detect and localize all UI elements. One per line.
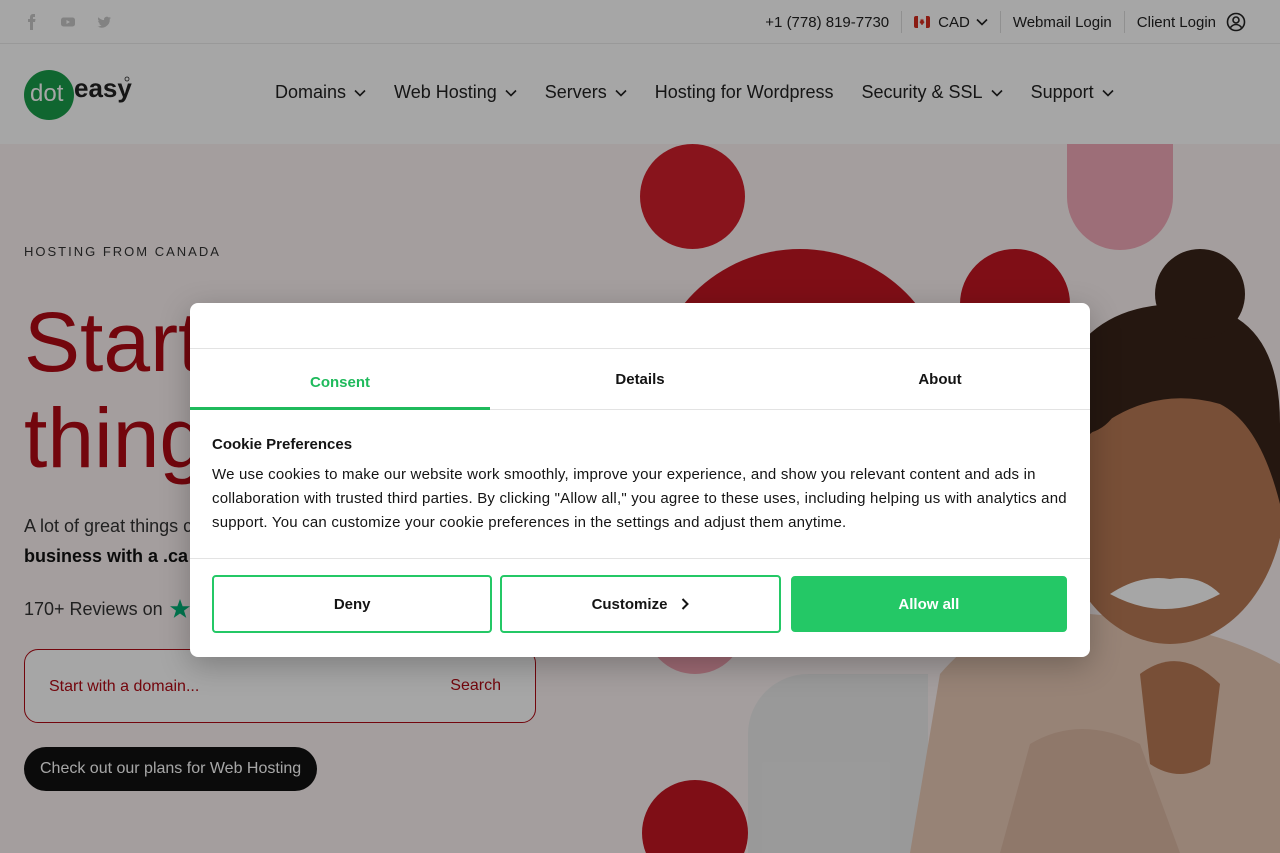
cookie-title: Cookie Preferences: [212, 436, 353, 453]
dialog-body: Cookie Preferences We use cookies to mak…: [190, 410, 1090, 559]
cookie-tabs: Consent Details About: [190, 349, 1090, 410]
tab-consent[interactable]: Consent: [190, 349, 490, 410]
tab-details[interactable]: Details: [490, 349, 790, 409]
allow-all-label: Allow all: [898, 595, 960, 613]
customize-label: Customize: [591, 595, 668, 613]
tab-about[interactable]: About: [790, 349, 1090, 409]
chevron-right-icon: [682, 598, 690, 610]
allow-all-button[interactable]: Allow all: [790, 576, 1067, 632]
deny-button[interactable]: Deny: [212, 575, 493, 633]
customize-button[interactable]: Customize: [500, 575, 781, 633]
deny-label: Deny: [333, 595, 371, 613]
dialog-actions: Deny Customize Allow all: [212, 575, 1067, 633]
dialog-header: [190, 303, 1090, 349]
cookie-consent-dialog: Consent Details About Cookie Preferences…: [190, 303, 1090, 657]
cookie-description: We use cookies to make our website work …: [212, 466, 1067, 531]
